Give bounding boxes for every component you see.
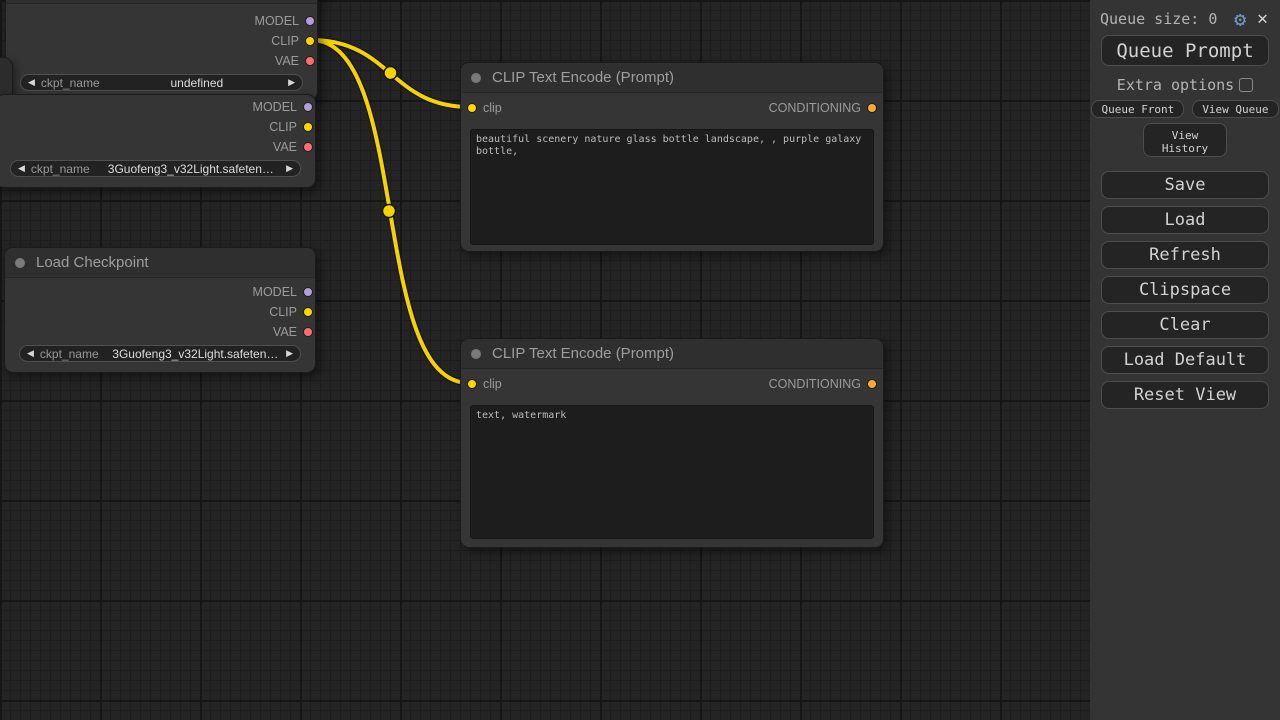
widget-value: undefined [106, 76, 288, 90]
extra-options-checkbox[interactable] [1239, 78, 1253, 92]
widget-value: 3Guofeng3_v32Light.safeten… [96, 162, 286, 176]
output-slot-model[interactable]: MODEL [5, 282, 315, 302]
input-slot-label: clip [483, 101, 502, 115]
clip-text-encode-node-negative[interactable]: CLIP Text Encode (Prompt) clip CONDITION… [460, 338, 884, 548]
load-default-button[interactable]: Load Default [1101, 346, 1269, 374]
clear-button[interactable]: Clear [1101, 311, 1269, 339]
reset-view-button[interactable]: Reset View [1101, 381, 1269, 409]
output-slot-vae[interactable]: VAE [0, 137, 315, 157]
output-slot-clip[interactable]: CLIP [0, 117, 315, 137]
slot-label: CLIP [269, 120, 297, 134]
collapse-dot-icon[interactable] [471, 73, 481, 83]
widget-prev-icon[interactable]: ◀ [28, 78, 35, 87]
input-slot-label: clip [483, 377, 502, 391]
link-midpoint-dot[interactable] [384, 67, 397, 80]
vae-output-dot[interactable] [303, 142, 313, 152]
queue-front-button[interactable]: Queue Front [1091, 100, 1184, 118]
load-button[interactable]: Load [1101, 206, 1269, 234]
settings-gear-icon[interactable]: ⚙ [1234, 9, 1246, 29]
slot-label: CLIP [271, 34, 299, 48]
slot-label: MODEL [253, 100, 297, 114]
node-title-bar[interactable]: Load Checkpoint [5, 248, 315, 278]
view-queue-button[interactable]: View Queue [1192, 100, 1278, 118]
slot-label: MODEL [253, 285, 297, 299]
widget-name: ckpt_name [40, 347, 99, 361]
output-slot-vae[interactable]: VAE [5, 322, 315, 342]
queue-size-label: Queue size: 0 [1100, 10, 1234, 28]
conditioning-output-dot[interactable] [867, 379, 877, 389]
prompt-textarea[interactable]: beautiful scenery nature glass bottle la… [470, 129, 874, 245]
widget-next-icon[interactable]: ▶ [288, 78, 295, 87]
extra-options-label: Extra options [1117, 76, 1234, 94]
node-title-bar[interactable]: CLIP Text Encode (Prompt) [461, 339, 883, 369]
ckpt-name-widget[interactable]: ◀ ckpt_name undefined ▶ [20, 74, 303, 91]
clip-input-dot[interactable] [467, 103, 477, 113]
comfy-menu-panel: Queue size: 0 ⚙ ✕ Queue Prompt Extra opt… [1090, 0, 1280, 720]
queue-prompt-button[interactable]: Queue Prompt [1101, 35, 1269, 66]
save-button[interactable]: Save [1101, 171, 1269, 199]
output-slot-vae[interactable]: VAE [6, 51, 317, 71]
clip-input-dot[interactable] [467, 379, 477, 389]
node-title: CLIP Text Encode (Prompt) [492, 345, 674, 362]
link-midpoint-dot[interactable] [383, 205, 396, 218]
load-checkpoint-node[interactable]: Load Checkpoint MODEL CLIP VAE ◀ ckpt_na… [4, 247, 316, 373]
prompt-textarea[interactable]: text, watermark [470, 405, 874, 539]
collapse-dot-icon[interactable] [15, 258, 25, 268]
slot-label: CLIP [269, 305, 297, 319]
clipspace-button[interactable]: Clipspace [1101, 276, 1269, 304]
node-graph-canvas[interactable]: MODEL CLIP VAE ◀ ckpt_name 3Guofeng3_v32… [0, 0, 1090, 720]
output-slot-clip[interactable]: CLIP [6, 31, 317, 51]
collapse-dot-icon[interactable] [471, 349, 481, 359]
load-checkpoint-node-mid[interactable]: MODEL CLIP VAE ◀ ckpt_name 3Guofeng3_v32… [0, 94, 316, 188]
slot-label: VAE [273, 325, 297, 339]
vae-output-dot[interactable] [305, 56, 315, 66]
widget-next-icon[interactable]: ▶ [286, 349, 293, 358]
slot-label: VAE [275, 54, 299, 68]
output-slot-model[interactable]: MODEL [6, 11, 317, 31]
port-row: clip CONDITIONING [461, 93, 883, 123]
output-slot-label: CONDITIONING [769, 101, 861, 115]
vae-output-dot[interactable] [303, 327, 313, 337]
output-slot-model[interactable]: MODEL [0, 97, 315, 117]
widget-name: ckpt_name [31, 162, 90, 176]
node-title-bar[interactable]: CLIP Text Encode (Prompt) [461, 63, 883, 93]
port-row: clip CONDITIONING [461, 369, 883, 399]
widget-next-icon[interactable]: ▶ [286, 164, 293, 173]
node-title: Load Checkpoint [36, 254, 149, 271]
model-output-dot[interactable] [303, 102, 313, 112]
refresh-button[interactable]: Refresh [1101, 241, 1269, 269]
view-history-button[interactable]: View History [1143, 123, 1227, 157]
clip-output-dot[interactable] [303, 122, 313, 132]
slot-label: VAE [273, 140, 297, 154]
widget-value: 3Guofeng3_v32Light.safeten… [105, 347, 286, 361]
view-history-label: History [1144, 142, 1226, 155]
output-slot-label: CONDITIONING [769, 377, 861, 391]
node-title: CLIP Text Encode (Prompt) [492, 69, 674, 86]
ckpt-name-widget[interactable]: ◀ ckpt_name 3Guofeng3_v32Light.safeten… … [19, 345, 301, 362]
conditioning-output-dot[interactable] [867, 103, 877, 113]
clip-output-dot[interactable] [305, 36, 315, 46]
model-output-dot[interactable] [303, 287, 313, 297]
close-icon[interactable]: ✕ [1255, 10, 1270, 28]
view-history-label: View [1144, 129, 1226, 142]
model-output-dot[interactable] [305, 16, 315, 26]
slot-label: MODEL [255, 14, 299, 28]
widget-prev-icon[interactable]: ◀ [27, 349, 34, 358]
widget-name: ckpt_name [41, 76, 100, 90]
output-slot-clip[interactable]: CLIP [5, 302, 315, 322]
clip-output-dot[interactable] [303, 307, 313, 317]
clip-text-encode-node-positive[interactable]: CLIP Text Encode (Prompt) clip CONDITION… [460, 62, 884, 252]
load-checkpoint-node-top[interactable]: MODEL CLIP VAE ◀ ckpt_name undefined ▶ [5, 0, 318, 101]
widget-prev-icon[interactable]: ◀ [18, 164, 25, 173]
ckpt-name-widget[interactable]: ◀ ckpt_name 3Guofeng3_v32Light.safeten… … [10, 160, 301, 177]
